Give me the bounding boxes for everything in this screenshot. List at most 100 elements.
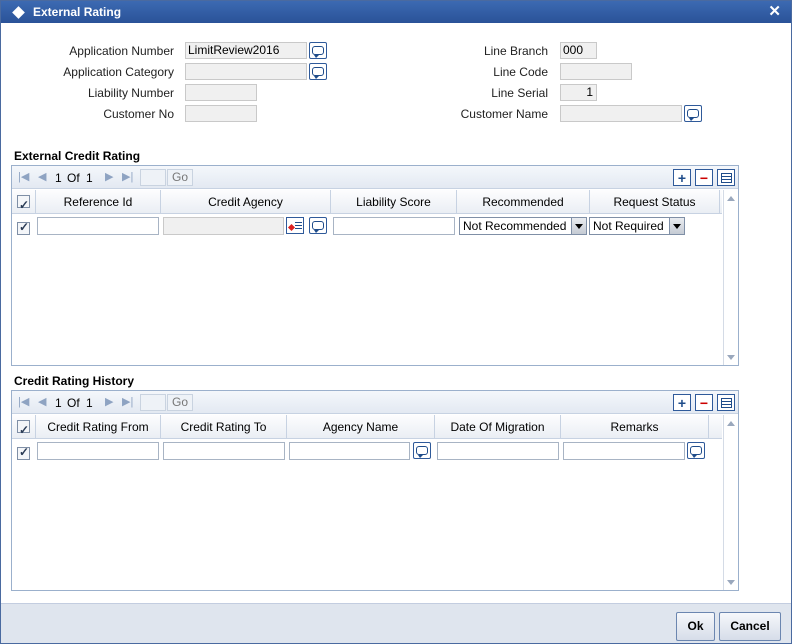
application-category-lov-button[interactable] [309, 63, 327, 80]
crh-header-row: Credit Rating From Credit Rating To Agen… [12, 415, 722, 442]
liability-score-input[interactable] [333, 217, 455, 235]
crh-vertical-scrollbar[interactable] [723, 415, 738, 590]
application-category-field[interactable] [185, 63, 307, 80]
agency-name-input[interactable] [289, 442, 410, 460]
line-branch-label: Line Branch [483, 44, 548, 58]
ecr-vertical-scrollbar[interactable] [723, 190, 738, 365]
crh-col-agency-name: Agency Name [287, 415, 435, 439]
customer-no-label: Customer No [103, 107, 174, 121]
first-page-icon[interactable]: |◀ [18, 170, 29, 183]
chevron-down-icon [669, 218, 684, 234]
speech-bubble-icon [690, 446, 702, 458]
liability-number-label: Liability Number [87, 86, 174, 100]
ecr-page-total: 1 [86, 171, 93, 185]
credit-rating-history-title: Credit Rating History [14, 374, 135, 388]
crh-page-current: 1 [55, 396, 62, 410]
ok-button[interactable]: Ok [676, 612, 715, 641]
remarks-lov-button[interactable] [687, 442, 705, 459]
agency-name-lov-button[interactable] [413, 442, 431, 459]
ecr-go-button[interactable]: Go [167, 169, 193, 186]
ecr-page-current: 1 [55, 171, 62, 185]
close-icon[interactable]: ✕ [768, 1, 781, 23]
speech-bubble-icon [416, 446, 428, 458]
ecr-col-reference-id: Reference Id [36, 190, 161, 214]
line-branch-field[interactable]: 000 [560, 42, 597, 59]
crh-row-checkbox[interactable] [17, 445, 30, 460]
crh-add-row-button[interactable]: + [673, 394, 691, 411]
crh-page-input[interactable] [140, 394, 166, 411]
window-title: External Rating [33, 5, 122, 19]
cancel-button[interactable]: Cancel [719, 612, 781, 641]
line-code-field[interactable] [560, 63, 632, 80]
crh-delete-row-button[interactable]: − [695, 394, 713, 411]
last-page-icon[interactable]: ▶| [122, 395, 133, 408]
next-page-icon[interactable]: ▶ [105, 170, 113, 183]
scroll-down-icon[interactable] [727, 580, 735, 585]
line-code-label: Line Code [493, 65, 548, 79]
external-credit-rating-title: External Credit Rating [14, 149, 141, 163]
next-page-icon[interactable]: ▶ [105, 395, 113, 408]
crh-col-credit-rating-to: Credit Rating To [161, 415, 287, 439]
recommended-select-value: Not Recommended [463, 219, 567, 233]
speech-bubble-icon [687, 109, 699, 121]
credit-agency-input[interactable] [163, 217, 284, 235]
credit-rating-history-grid: |◀ ◀ 1 Of 1 ▶ ▶| Go + − Credit Rating Fr… [11, 390, 739, 591]
footer-bar: Ok Cancel [1, 603, 791, 643]
reference-id-input[interactable] [37, 217, 159, 235]
customer-name-field[interactable] [560, 105, 682, 122]
line-serial-label: Line Serial [491, 86, 548, 100]
ecr-col-credit-agency: Credit Agency [161, 190, 331, 214]
ecr-delete-row-button[interactable]: − [695, 169, 713, 186]
ecr-header-row: Reference Id Credit Agency Liability Sco… [12, 190, 722, 217]
crh-page-total: 1 [86, 396, 93, 410]
credit-rating-from-input[interactable] [37, 442, 159, 460]
prev-page-icon[interactable]: ◀ [38, 170, 46, 183]
speech-bubble-icon [312, 67, 324, 79]
credit-agency-list-icon[interactable] [286, 217, 304, 234]
crh-select-all-cell [12, 415, 36, 442]
external-rating-window: External Rating ✕ Application Number Lim… [0, 0, 792, 644]
ecr-add-row-button[interactable]: + [673, 169, 691, 186]
title-bar: External Rating ✕ [1, 1, 791, 23]
external-credit-rating-grid: |◀ ◀ 1 Of 1 ▶ ▶| Go + − Reference Id Cre… [11, 165, 739, 366]
ecr-col-recommended: Recommended [457, 190, 590, 214]
ecr-page-input[interactable] [140, 169, 166, 186]
ecr-col-liability-score: Liability Score [331, 190, 457, 214]
scroll-up-icon[interactable] [727, 196, 735, 201]
scroll-down-icon[interactable] [727, 355, 735, 360]
crh-col-date-of-migration: Date Of Migration [435, 415, 561, 439]
last-page-icon[interactable]: ▶| [122, 170, 133, 183]
crh-page-of: Of [67, 396, 80, 410]
application-category-label: Application Category [63, 65, 174, 79]
remarks-input[interactable] [563, 442, 685, 460]
date-of-migration-input[interactable] [437, 442, 559, 460]
ecr-select-all-checkbox[interactable] [17, 193, 30, 217]
credit-rating-to-input[interactable] [163, 442, 285, 460]
ecr-col-request-status: Request Status [590, 190, 720, 214]
window-diamond-icon [12, 6, 25, 19]
ecr-toolbar: |◀ ◀ 1 Of 1 ▶ ▶| Go + − [12, 166, 738, 189]
liability-number-field[interactable] [185, 84, 257, 101]
ecr-single-view-button[interactable] [717, 169, 735, 186]
ecr-select-all-cell [12, 190, 36, 217]
ecr-row-checkbox[interactable] [17, 220, 30, 235]
application-number-lov-button[interactable] [309, 42, 327, 59]
recommended-select[interactable]: Not Recommended [459, 217, 587, 235]
crh-go-button[interactable]: Go [167, 394, 193, 411]
crh-single-view-button[interactable] [717, 394, 735, 411]
first-page-icon[interactable]: |◀ [18, 395, 29, 408]
credit-agency-lov-button[interactable] [309, 217, 327, 234]
chevron-down-icon [571, 218, 586, 234]
ecr-page-of: Of [67, 171, 80, 185]
request-status-select-value: Not Required [593, 219, 664, 233]
crh-select-all-checkbox[interactable] [17, 418, 30, 442]
request-status-select[interactable]: Not Required [589, 217, 685, 235]
crh-col-remarks: Remarks [561, 415, 709, 439]
prev-page-icon[interactable]: ◀ [38, 395, 46, 408]
customer-no-field[interactable] [185, 105, 257, 122]
line-serial-field[interactable]: 1 [560, 84, 597, 101]
scroll-up-icon[interactable] [727, 421, 735, 426]
crh-col-credit-rating-from: Credit Rating From [36, 415, 161, 439]
customer-name-lov-button[interactable] [684, 105, 702, 122]
application-number-field[interactable]: LimitReview2016 [185, 42, 307, 59]
